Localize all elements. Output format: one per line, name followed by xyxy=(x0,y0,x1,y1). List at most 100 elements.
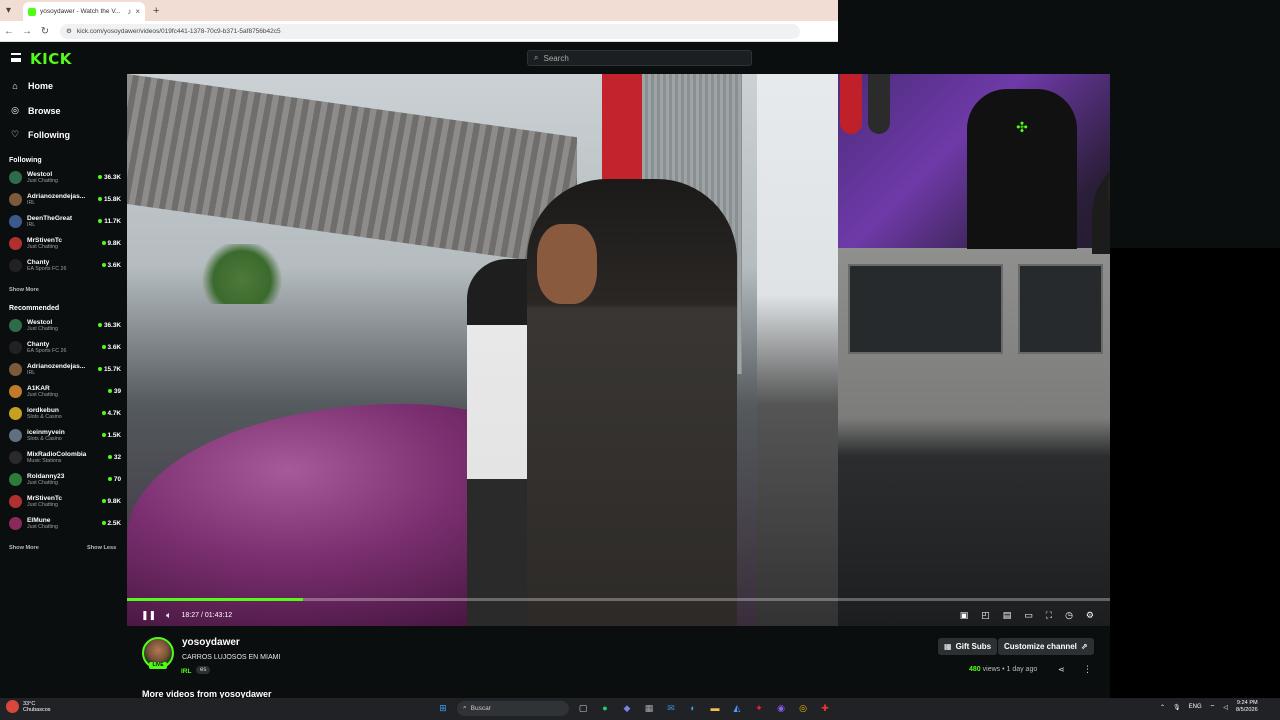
player-controls: ❚❚ 🔈︎ 18:27 / 01:43:12 ▣ ◰ ▤ ▭ ⛶ ◷ ⚙ xyxy=(127,604,1110,626)
app-icon[interactable]: ✦ xyxy=(751,700,767,716)
calculator-icon[interactable]: ▦ xyxy=(641,700,657,716)
volume-icon[interactable]: 🔈︎ xyxy=(166,610,171,621)
webcam-skateboard xyxy=(840,74,862,134)
windows-start-icon[interactable]: ⊞ xyxy=(435,700,451,716)
discord-icon[interactable]: ◉ xyxy=(773,700,789,716)
sidebar-channel[interactable]: A1KAR Just Chatting 39 xyxy=(9,380,121,402)
channel-text: Adrianozendejas... IRL xyxy=(27,363,98,376)
gift-subs-button[interactable]: ▦ Gift Subs xyxy=(938,638,998,655)
live-badge: LIVE xyxy=(149,662,167,669)
sidebar-channel[interactable]: iceinmyvein Slots & Casino 1.5K xyxy=(9,424,121,446)
language-tag[interactable]: es xyxy=(196,666,211,674)
task-view-icon[interactable]: ▢ xyxy=(575,700,591,716)
weather-widget[interactable]: 33°C Chubascos xyxy=(6,700,51,713)
tray-chevron-icon[interactable]: ⌃ xyxy=(1160,704,1165,711)
reload-icon[interactable]: ↻ xyxy=(36,26,54,37)
recommended-show-more[interactable]: Show More xyxy=(9,545,39,551)
customize-channel-button[interactable]: Customize channel ⇗ xyxy=(998,638,1094,655)
site-info-icon[interactable]: ⚙ xyxy=(66,27,72,35)
file-explorer-icon[interactable]: ▬ xyxy=(707,700,723,716)
sidebar-channel[interactable]: DeenTheGreat IRL 11.7K xyxy=(9,210,121,232)
category-tag[interactable]: IRL xyxy=(181,668,191,675)
teams-icon[interactable]: ◆ xyxy=(619,700,635,716)
sidebar-channel[interactable]: Chanty EA Sports FC 26 3.6K xyxy=(9,336,121,358)
search-icon: ⌕ xyxy=(463,704,467,711)
share-icon[interactable]: ⋖ xyxy=(1058,665,1065,674)
channel-text: ElMune Just Chatting xyxy=(27,517,102,530)
tab-mute-icon[interactable]: ♪ xyxy=(127,7,131,16)
menu-icon[interactable] xyxy=(11,53,21,62)
sidebar-channel[interactable]: Roldanny23 Just Chatting 70 xyxy=(9,468,121,490)
edge-icon[interactable]: ◐ xyxy=(685,700,701,716)
nav-home-label: Home xyxy=(28,81,54,91)
chrome-icon[interactable]: ◎ xyxy=(795,700,811,716)
address-bar[interactable]: ⚙ kick.com/yosoydawer/videos/019fc441-13… xyxy=(60,23,800,39)
sidebar-channel[interactable]: ElMune Just Chatting 2.5K xyxy=(9,512,121,534)
recommended-show-less[interactable]: Show Less xyxy=(87,545,116,551)
sidebar-channel[interactable]: MrStivenTc Just Chatting 9.8K xyxy=(9,232,121,254)
viewer-count-value: 9.8K xyxy=(107,497,122,505)
sidebar-channel[interactable]: Westcol Just Chatting 36.3K xyxy=(9,314,121,336)
viewer-count-value: 3.6K xyxy=(107,261,122,269)
sidebar-channel[interactable]: lordkebun Slots & Casino 4.7K xyxy=(9,402,121,424)
weather-condition: Chubascos xyxy=(23,706,51,713)
live-dot-icon xyxy=(101,345,106,349)
outlook-icon[interactable]: ✉ xyxy=(663,700,679,716)
more-options-icon[interactable]: ⋮ xyxy=(1083,664,1092,675)
sidebar-channel[interactable]: Adrianozendejas... IRL 15.7K xyxy=(9,358,121,380)
channel-category: Just Chatting xyxy=(27,479,58,486)
channel-text: Roldanny23 Just Chatting xyxy=(27,473,108,486)
following-show-more[interactable]: Show More xyxy=(9,287,39,293)
nav-following[interactable]: ♡ Following xyxy=(10,129,70,140)
channel-name[interactable]: yosoydawer xyxy=(182,637,240,648)
taskbar-search[interactable]: ⌕ Buscar xyxy=(457,700,569,716)
channel-text: A1KAR Just Chatting xyxy=(27,385,108,398)
app-icon[interactable]: ✚ xyxy=(817,700,833,716)
sidebar-channel[interactable]: MixRadioColombia Music Stations 32 xyxy=(9,446,121,468)
sidebar-channel[interactable]: Westcol Just Chatting 36.3K xyxy=(9,166,121,188)
back-icon[interactable]: ← xyxy=(0,26,18,37)
viewer-count-value: 3.6K xyxy=(107,343,122,351)
tray-mic-icon[interactable]: 🎙︎ xyxy=(1173,704,1181,711)
customize-channel-label: Customize channel xyxy=(1004,642,1077,651)
wifi-icon[interactable]: ⌔ xyxy=(1210,703,1216,711)
kick-logo[interactable]: KICK xyxy=(30,50,72,68)
channel-name: A1KAR xyxy=(27,384,50,392)
viewer-count: 32 xyxy=(107,454,121,461)
pip-icon[interactable]: ◰ xyxy=(981,610,990,621)
language-indicator[interactable]: ENG xyxy=(1189,704,1202,710)
nav-home[interactable]: ⌂ Home xyxy=(10,81,53,91)
gift-subs-label: Gift Subs xyxy=(955,642,992,651)
fullscreen-icon[interactable]: ⛶ xyxy=(1046,610,1052,621)
nav-browse[interactable]: ◎ Browse xyxy=(10,105,60,116)
volume-tray-icon[interactable]: ◁ xyxy=(1223,704,1228,711)
tab-close-button[interactable]: × xyxy=(135,7,140,16)
channel-avatar xyxy=(9,428,22,442)
live-dot-icon xyxy=(107,477,112,481)
captions-icon[interactable]: ▤ xyxy=(1003,610,1012,621)
clip-icon[interactable]: ▣ xyxy=(960,610,969,621)
search-input[interactable]: ⌕ Search xyxy=(527,50,752,66)
browser-tab[interactable]: yosoydawer - Watch the V... ♪ × xyxy=(23,2,146,21)
tab-search-icon[interactable]: ▾ xyxy=(0,5,17,16)
sidebar-channel[interactable]: Chanty EA Sports FC 26 3.6K xyxy=(9,254,121,276)
settings-gear-icon[interactable]: ⚙ xyxy=(1086,610,1094,621)
channel-category: Slots & Casino xyxy=(27,435,62,442)
video-trees xyxy=(197,244,287,304)
spotify-icon[interactable]: ● xyxy=(597,700,613,716)
speed-icon[interactable]: ◷ xyxy=(1065,610,1073,621)
sidebar-channel[interactable]: Adrianozendejas... IRL 15.8K xyxy=(9,188,121,210)
clock[interactable]: 9:24 PM 8/5/2026 xyxy=(1236,700,1258,714)
clock-time: 9:24 PM xyxy=(1236,700,1258,706)
video-player[interactable]: ✣ ❚❚ 🔈︎ 18:27 / 01:43:12 ▣ ◰ ▤ ▭ ⛶ ◷ ⚙ xyxy=(127,74,1110,626)
new-tab-button[interactable]: + xyxy=(153,5,159,17)
forward-icon[interactable]: → xyxy=(18,26,36,37)
video-progress-bar[interactable] xyxy=(127,598,1110,601)
theater-icon[interactable]: ▭ xyxy=(1024,610,1033,621)
viewer-count: 39 xyxy=(107,388,121,395)
sidebar-channel[interactable]: MrStivenTc Just Chatting 9.8K xyxy=(9,490,121,512)
channel-avatar xyxy=(9,214,22,228)
app-icon[interactable]: ◭ xyxy=(729,700,745,716)
pause-icon[interactable]: ❚❚ xyxy=(141,610,156,621)
live-dot-icon xyxy=(97,367,102,371)
